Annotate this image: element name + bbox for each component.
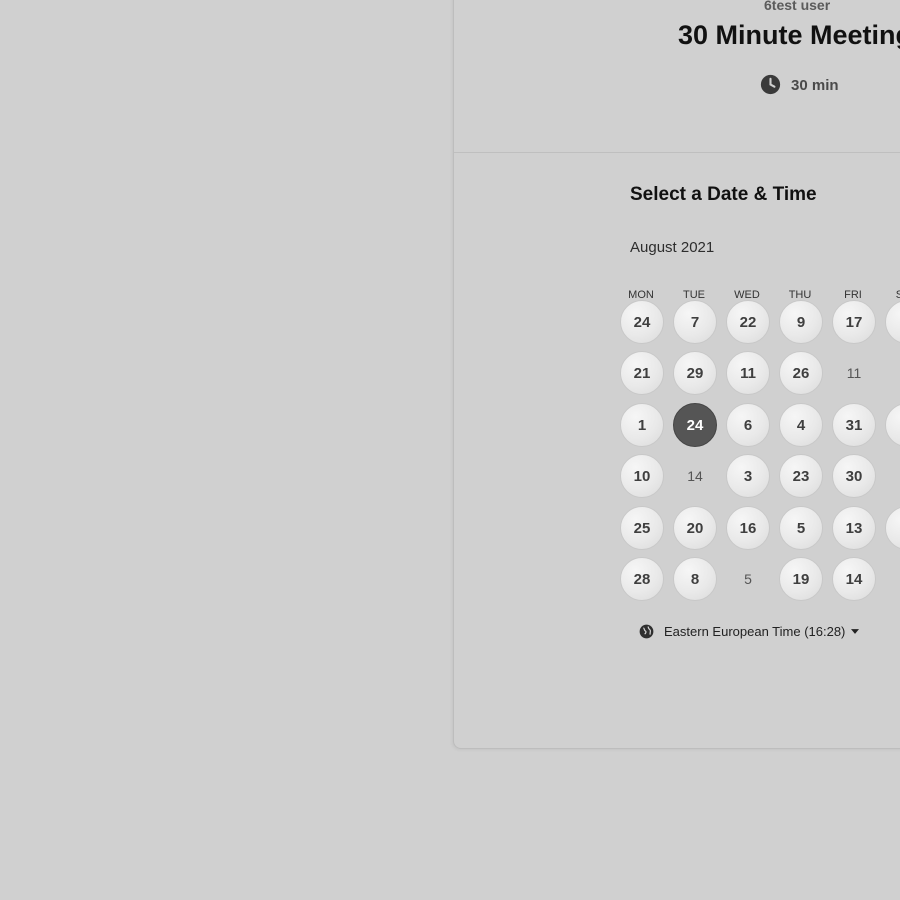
calendar-day[interactable]: 8 <box>673 557 717 601</box>
section-title: Select a Date & Time <box>630 184 817 205</box>
calendar-day: 14 <box>687 468 703 484</box>
calendar-day[interactable]: 28 <box>620 557 664 601</box>
calendar-day[interactable]: 25 <box>620 506 664 550</box>
calendar-day[interactable]: 24 <box>620 300 664 344</box>
globe-icon <box>639 624 654 639</box>
month-label: August 2021 <box>630 239 715 256</box>
calendar-day[interactable]: 21 <box>620 351 664 395</box>
calendar-day[interactable]: 3 <box>726 454 770 498</box>
calendar-day[interactable]: 1 <box>620 403 664 447</box>
calendar-day[interactable]: 7 <box>673 300 717 344</box>
caret-down-icon <box>851 629 860 634</box>
clock-icon <box>760 74 781 95</box>
event-title: 30 Minute Meeting <box>678 20 900 50</box>
calendar-day[interactable]: 11 <box>726 351 770 395</box>
scheduling-page: 6test user 30 Minute Meeting 30 min Sele… <box>0 0 900 900</box>
calendar-day[interactable] <box>885 506 900 550</box>
host-name: 6test user <box>764 0 831 13</box>
booking-card: 6test user 30 Minute Meeting 30 min Sele… <box>453 0 900 749</box>
calendar-day[interactable]: 20 <box>673 506 717 550</box>
calendar-day[interactable]: 23 <box>779 454 823 498</box>
calendar-day[interactable]: 30 <box>832 454 876 498</box>
calendar-day[interactable]: 5 <box>779 506 823 550</box>
calendar-day[interactable] <box>885 403 900 447</box>
calendar-day[interactable]: 14 <box>832 557 876 601</box>
calendar-day-selected[interactable]: 24 <box>673 403 717 447</box>
calendar-day[interactable]: 10 <box>620 454 664 498</box>
duration-label: 30 min <box>791 77 839 94</box>
calendar-day[interactable]: 17 <box>832 300 876 344</box>
calendar-day[interactable]: 4 <box>779 403 823 447</box>
calendar-day: 11 <box>846 365 862 381</box>
event-header: 6test user 30 Minute Meeting 30 min <box>454 0 900 153</box>
calendar-day: 5 <box>744 571 752 587</box>
calendar-day[interactable]: 22 <box>726 300 770 344</box>
calendar-day[interactable]: 31 <box>832 403 876 447</box>
calendar-day[interactable]: 29 <box>673 351 717 395</box>
timezone-label: Eastern European Time (16:28) <box>664 624 846 639</box>
calendar-day[interactable] <box>885 300 900 344</box>
calendar-day[interactable]: 6 <box>726 403 770 447</box>
calendar-day[interactable]: 9 <box>779 300 823 344</box>
duration-row: 30 min <box>760 74 839 95</box>
timezone-selector[interactable]: Eastern European Time (16:28) <box>639 624 860 639</box>
calendar-day[interactable]: 19 <box>779 557 823 601</box>
weekday-label: SAT <box>895 289 900 301</box>
calendar-day[interactable]: 16 <box>726 506 770 550</box>
calendar-day[interactable]: 13 <box>832 506 876 550</box>
calendar-day[interactable]: 26 <box>779 351 823 395</box>
